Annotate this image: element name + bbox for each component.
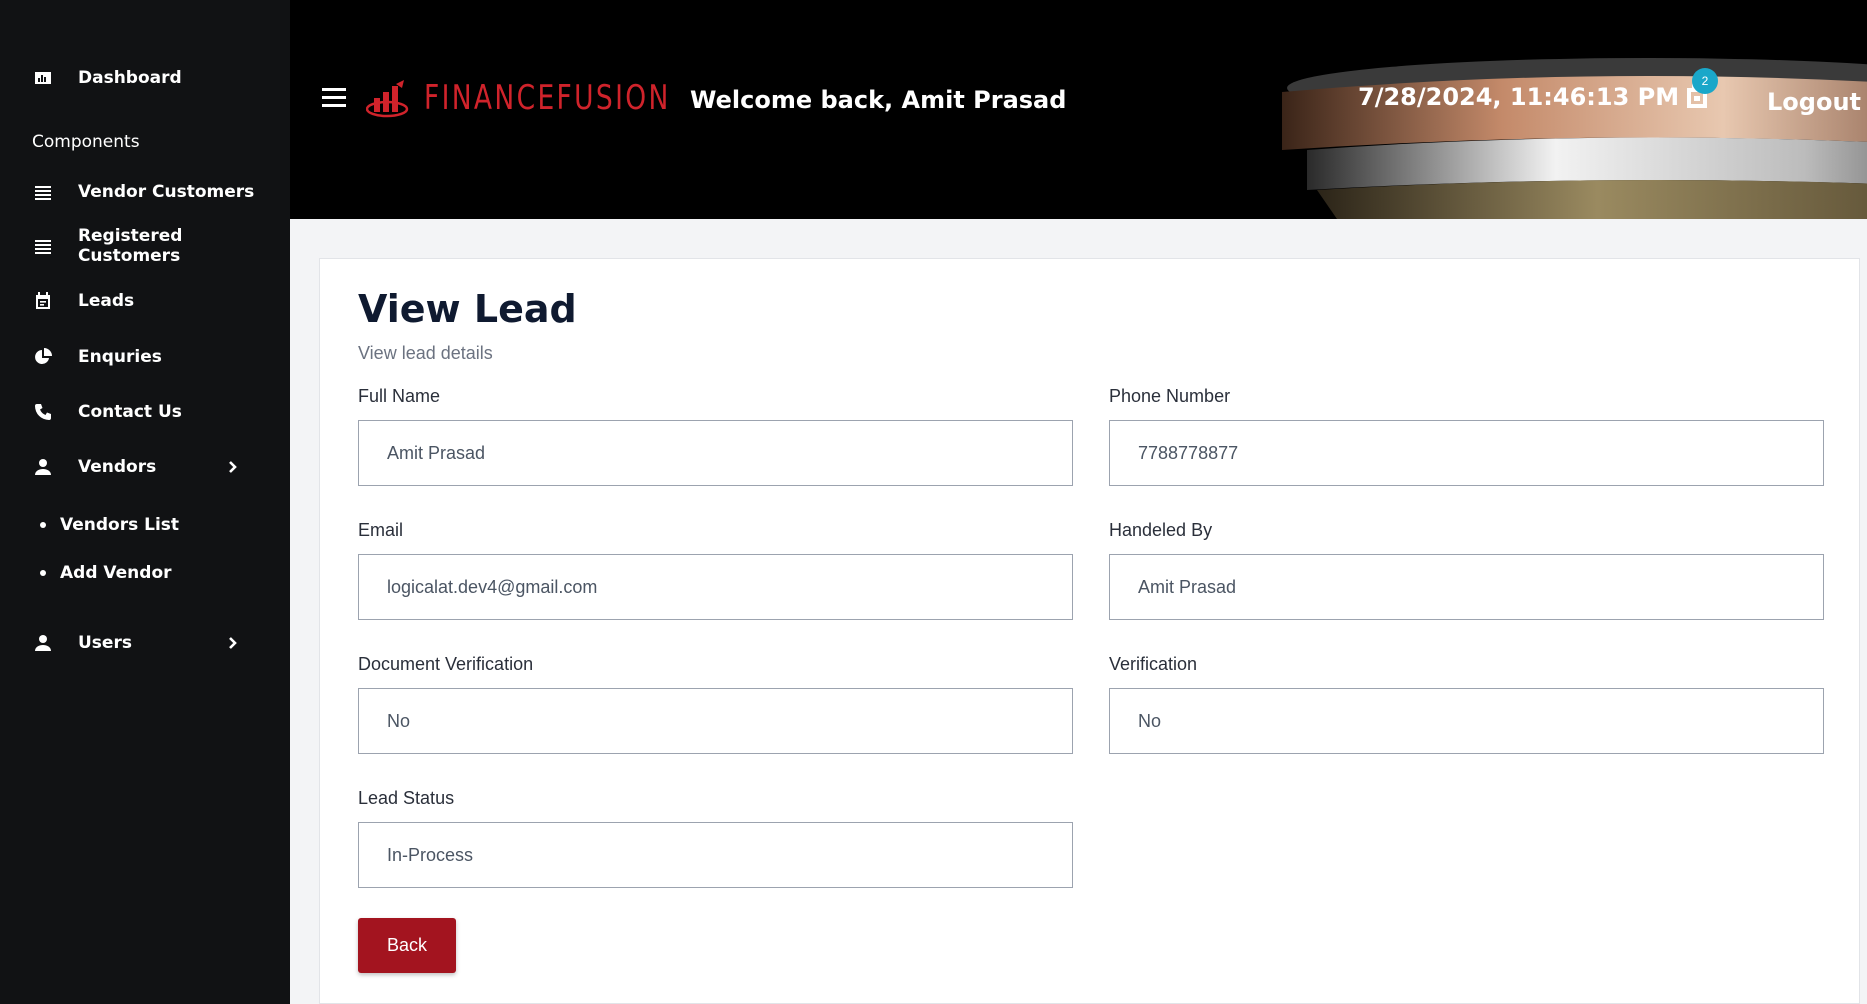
list-icon [32,181,54,203]
handled-by-field[interactable] [1109,554,1824,620]
sidebar-item-contact-us[interactable]: Contact Us [32,397,182,427]
notification-badge: 2 [1692,68,1718,94]
phone-number-label: Phone Number [1109,386,1231,406]
verification-field[interactable] [1109,688,1824,754]
bullet-icon [40,570,46,576]
sidebar-item-label: Vendors [78,457,157,477]
logout-button[interactable]: Logout [1767,88,1861,116]
verification-label: Verification [1109,654,1198,674]
sidebar-item-label: Contact Us [78,402,182,422]
sidebar-item-label: Users [78,633,132,653]
lead-details-card: View Lead View lead details Full Name Ph… [319,258,1860,1004]
sidebar-item-enquries[interactable]: Enquries [32,342,162,372]
sidebar-subitem-add-vendor[interactable]: Add Vendor [40,563,172,583]
sidebar-subitem-vendors-list[interactable]: Vendors List [40,515,179,535]
sidebar-item-label: Vendor Customers [78,182,255,202]
document-verification-field[interactable] [358,688,1073,754]
phone-number-field[interactable] [1109,420,1824,486]
brand-name: FINANCEFUSION [424,78,671,118]
sidebar-item-label: Enquries [78,347,162,367]
coins-banner-image [1282,58,1867,219]
sidebar-subitem-label: Add Vendor [60,563,172,583]
full-name-label: Full Name [358,386,441,406]
lead-status-field[interactable] [358,822,1073,888]
sidebar-item-label: Leads [78,291,135,311]
bar-chart-logo-icon [366,80,409,118]
sidebar-item-leads[interactable]: Leads [32,286,134,316]
current-datetime: 7/28/2024, 11:46:13 PM [1358,83,1680,111]
sidebar-item-users[interactable]: Users [32,628,132,658]
hamburger-menu-icon[interactable] [322,88,346,108]
sidebar-section-label: Components [32,132,140,152]
sidebar-item-vendor-customers[interactable]: Vendor Customers [32,177,254,207]
page-title: View Lead [358,287,577,331]
bullet-icon [40,522,46,528]
sidebar-item-dashboard[interactable]: Dashboard [32,63,182,93]
email-field[interactable] [358,554,1073,620]
chevron-right-icon[interactable] [226,636,240,650]
phone-icon [32,401,54,423]
top-header: FINANCEFUSION Welcome back, Amit Prasad … [290,0,1867,219]
sidebar-subitem-label: Vendors List [60,515,180,535]
user-icon [32,456,54,478]
calendar-icon [32,290,54,312]
chevron-right-icon[interactable] [226,460,240,474]
brand-logo[interactable]: FINANCEFUSION [366,78,740,118]
back-button[interactable]: Back [358,918,456,973]
sidebar-item-registered-customers[interactable]: Registered Customers [32,226,290,266]
dashboard-icon [32,67,54,89]
sidebar-item-label: Dashboard [78,68,182,88]
page-subtitle: View lead details [358,343,493,363]
sidebar-item-vendors[interactable]: Vendors [32,452,156,482]
sidebar: Dashboard Components Vendor Customers Re… [0,0,290,1004]
pie-chart-icon [32,346,54,368]
handled-by-label: Handeled By [1109,520,1213,540]
sidebar-item-label: Registered Customers [77,226,183,266]
lead-status-label: Lead Status [358,788,455,808]
welcome-message: Welcome back, Amit Prasad [690,86,1067,114]
user-icon [32,632,54,654]
list-icon [32,235,54,257]
document-verification-label: Document Verification [358,654,534,674]
email-label: Email [358,520,404,540]
full-name-field[interactable] [358,420,1073,486]
